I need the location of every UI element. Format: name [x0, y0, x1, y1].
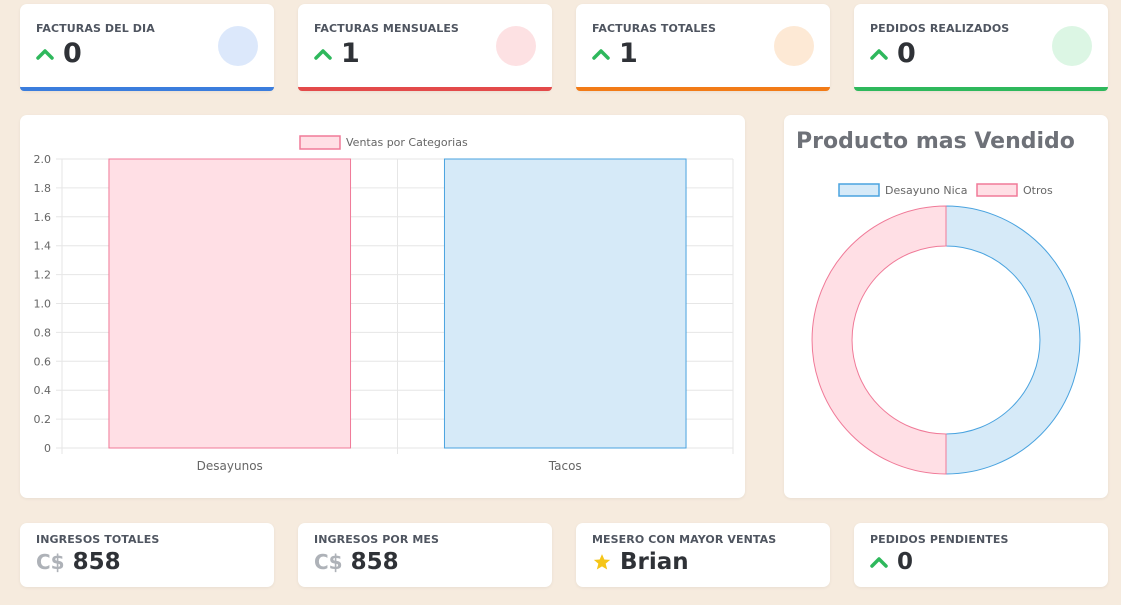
stat-title: FACTURAS TOTALES	[592, 22, 717, 35]
donut-chart: Desayuno Nica Otros	[811, 183, 1081, 475]
currency-prefix: C$	[314, 550, 343, 574]
stat-value-row: Brian	[592, 549, 689, 575]
legend-swatch	[976, 183, 1018, 197]
y-tick-label: 1.6	[34, 211, 52, 224]
stat-value-row: C$ 858	[36, 549, 121, 575]
legend-label: Otros	[1023, 184, 1053, 197]
stat-circle-decoration	[774, 26, 814, 66]
stat-title: INGRESOS POR MES	[314, 533, 440, 546]
y-tick-label: 1.4	[34, 240, 52, 253]
stat-value: 1	[619, 38, 638, 69]
x-tick-label: Tacos	[548, 459, 582, 473]
y-tick-label: 0	[44, 442, 51, 455]
stat-card-facturas-dia: FACTURAS DEL DIA 0	[20, 4, 274, 91]
chevron-up-icon	[592, 48, 610, 60]
stat-value: 858	[350, 549, 399, 575]
stat-value: 1	[341, 38, 360, 69]
y-tick-label: 0.4	[34, 384, 52, 397]
currency-prefix: C$	[36, 550, 65, 574]
stat-card-ingresos-mes: INGRESOS POR MES C$ 858	[298, 523, 552, 587]
stat-circle-decoration	[496, 26, 536, 66]
legend-swatch	[838, 183, 880, 197]
donut-slice	[945, 205, 1081, 475]
stat-card-facturas-totales: FACTURAS TOTALES 1	[576, 4, 830, 91]
stat-title: PEDIDOS PENDIENTES	[870, 533, 1009, 546]
stat-value-row: 0	[36, 38, 82, 69]
stat-circle-decoration	[1052, 26, 1092, 66]
chevron-up-icon	[36, 48, 54, 60]
y-tick-label: 0.6	[34, 355, 52, 368]
x-tick-label: Desayunos	[197, 459, 263, 473]
legend-swatch	[299, 135, 341, 150]
stat-value: 858	[72, 549, 121, 575]
stat-card-ingresos-totales: INGRESOS TOTALES C$ 858	[20, 523, 274, 587]
bar-chart: Ventas por Categorias 2.0 1.8 1.6 1.4 1.2 1.0 0…	[34, 135, 734, 473]
chevron-up-icon	[870, 557, 888, 568]
accent-bar	[576, 87, 830, 91]
stat-value: 0	[897, 38, 916, 69]
legend-label: Ventas por Categorias	[346, 136, 468, 149]
stat-title: MESERO CON MAYOR VENTAS	[592, 533, 777, 546]
star-icon	[593, 554, 611, 570]
stat-card-facturas-mensuales: FACTURAS MENSUALES 1	[298, 4, 552, 91]
stat-title: INGRESOS TOTALES	[36, 533, 160, 546]
stat-card-pedidos-realizados: PEDIDOS REALIZADOS 0	[854, 4, 1108, 91]
stat-value-row: 0	[870, 38, 916, 69]
y-tick-label: 1.2	[34, 269, 52, 282]
chart-title: Producto mas Vendido	[796, 129, 1075, 154]
donut-chart-card: Producto mas Vendido Desayuno Nica Otros	[784, 115, 1108, 498]
accent-bar	[854, 87, 1108, 91]
stat-value-row: 1	[592, 38, 638, 69]
stat-title: FACTURAS DEL DIA	[36, 22, 155, 35]
y-tick-label: 1.0	[34, 298, 52, 311]
y-tick-label: 2.0	[34, 153, 52, 166]
stat-value-row: C$ 858	[314, 549, 399, 575]
bar	[108, 158, 352, 449]
y-tick-label: 0.8	[34, 326, 52, 339]
chevron-up-icon	[870, 48, 888, 60]
donut-slice	[811, 205, 947, 475]
stat-card-mesero: MESERO CON MAYOR VENTAS Brian	[576, 523, 830, 587]
stat-value: Brian	[620, 549, 689, 575]
chevron-up-icon	[314, 48, 332, 60]
stat-value: 0	[63, 38, 82, 69]
bar-chart-card: Ventas por Categorias 2.0 1.8 1.6 1.4 1.2 1.0 0…	[20, 115, 745, 498]
legend-label: Desayuno Nica	[885, 184, 967, 197]
stat-title: PEDIDOS REALIZADOS	[870, 22, 1010, 35]
stat-value-row: 1	[314, 38, 360, 69]
accent-bar	[298, 87, 552, 91]
stat-title: FACTURAS MENSUALES	[314, 22, 459, 35]
stat-circle-decoration	[218, 26, 258, 66]
y-tick-label: 1.8	[34, 182, 52, 195]
y-tick-label: 0.2	[34, 413, 52, 426]
bar	[443, 158, 687, 449]
accent-bar	[20, 87, 274, 91]
stat-card-pedidos-pendientes: PEDIDOS PENDIENTES 0	[854, 523, 1108, 587]
stat-value: 0	[897, 549, 914, 575]
stat-value-row: 0	[870, 549, 913, 575]
